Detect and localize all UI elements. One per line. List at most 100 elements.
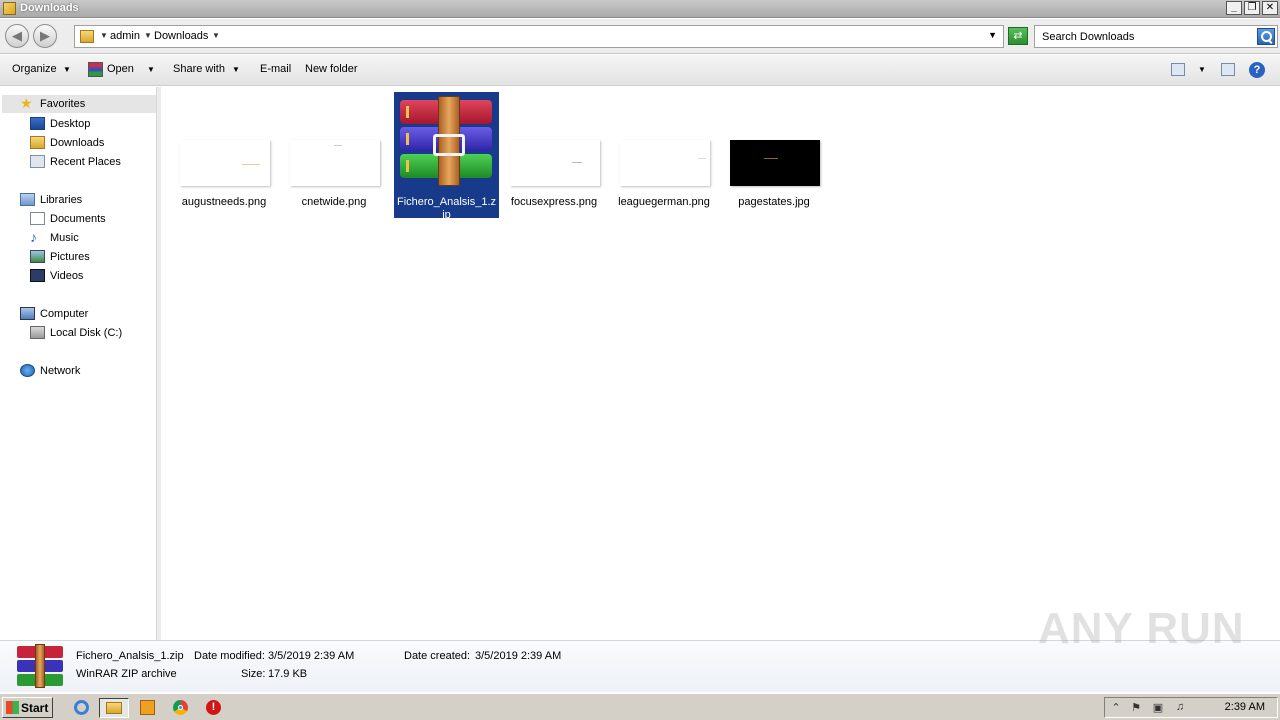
- hard-disk-icon: [30, 326, 45, 339]
- file-name: cnetwide.png: [301, 196, 367, 208]
- nav-label: Downloads: [50, 137, 105, 149]
- preview-pane-icon[interactable]: [1221, 63, 1235, 76]
- refresh-button[interactable]: ⇄: [1008, 27, 1028, 45]
- details-type: WinRAR ZIP archive: [76, 668, 177, 680]
- open-button[interactable]: Open: [107, 63, 134, 75]
- breadcrumb-downloads[interactable]: Downloads: [154, 30, 208, 42]
- nav-libraries[interactable]: Libraries: [20, 191, 150, 209]
- media-player-icon[interactable]: [137, 698, 159, 718]
- chrome-icon[interactable]: [170, 698, 192, 718]
- chevron-down-icon[interactable]: ▼: [1198, 65, 1206, 74]
- nav-favorites[interactable]: ★ Favorites: [2, 95, 156, 113]
- security-alert-icon[interactable]: !: [203, 698, 225, 718]
- file-item[interactable]: pagestates.jpg: [724, 92, 824, 218]
- nav-local-disk[interactable]: Local Disk (C:): [30, 324, 150, 342]
- system-tray: ⌃ ⚑ ▣ ♫ 2:39 AM: [1104, 697, 1278, 718]
- window-title: Downloads: [20, 2, 79, 14]
- nav-downloads[interactable]: Downloads: [30, 134, 150, 152]
- details-date-modified: 3/5/2019 2:39 AM: [268, 650, 355, 662]
- nav-videos[interactable]: Videos: [30, 267, 150, 285]
- downloads-folder-icon: [30, 136, 45, 149]
- explorer-taskbar-icon[interactable]: [99, 698, 129, 718]
- file-item-selected[interactable]: Fichero_Analsis_1.z ip: [394, 92, 499, 221]
- show-hidden-icons-icon[interactable]: ⌃: [1109, 701, 1123, 714]
- clock[interactable]: 2:39 AM: [1225, 701, 1265, 713]
- details-size-label: Size:: [241, 668, 266, 680]
- action-center-flag-icon[interactable]: ⚑: [1129, 701, 1143, 714]
- volume-icon[interactable]: ♫: [1173, 701, 1187, 714]
- videos-icon: [30, 269, 45, 282]
- email-button[interactable]: E-mail: [260, 63, 291, 75]
- search-input[interactable]: Search Downloads: [1034, 25, 1278, 48]
- forward-button[interactable]: ▶: [33, 24, 57, 48]
- nav-pictures[interactable]: Pictures: [30, 248, 150, 266]
- start-label: Start: [21, 701, 49, 715]
- nav-label: Recent Places: [50, 156, 121, 168]
- network-icon: [20, 364, 35, 377]
- nav-recent-places[interactable]: Recent Places: [30, 153, 150, 171]
- chevron-down-icon[interactable]: ▼: [63, 65, 71, 74]
- change-view-icon[interactable]: [1171, 63, 1185, 76]
- file-name: pagestates.jpg: [738, 196, 810, 208]
- address-dropdown-icon[interactable]: ▼: [988, 30, 997, 40]
- nav-label: Documents: [50, 213, 106, 225]
- nav-label: Pictures: [50, 251, 90, 263]
- address-row: ◀ ▶ ▼ admin ▼ Downloads ▼ ▼ ⇄ Search Dow…: [0, 19, 1280, 54]
- restore-button[interactable]: ❐: [1244, 1, 1260, 15]
- nav-label: Favorites: [40, 98, 86, 110]
- chevron-down-icon[interactable]: ▼: [212, 31, 220, 40]
- image-thumbnail: [180, 140, 270, 186]
- file-name: augustneeds.png: [181, 196, 267, 208]
- back-button[interactable]: ◀: [5, 24, 29, 48]
- nav-documents[interactable]: Documents: [30, 210, 150, 228]
- search-icon[interactable]: [1257, 28, 1275, 45]
- details-filename: Fichero_Analsis_1.zip: [76, 650, 184, 662]
- details-date-created: 3/5/2019 2:39 AM: [475, 650, 562, 662]
- pictures-icon: [30, 250, 45, 263]
- new-folder-button[interactable]: New folder: [305, 63, 358, 75]
- nav-label: Videos: [50, 270, 84, 282]
- network-tray-icon[interactable]: ▣: [1151, 701, 1165, 714]
- command-bar: Organize ▼ Open ▼ Share with ▼ E-mail Ne…: [0, 55, 1280, 86]
- minimize-button[interactable]: _: [1226, 1, 1242, 15]
- file-item[interactable]: focusexpress.png: [504, 92, 604, 218]
- organize-button[interactable]: Organize: [12, 63, 57, 75]
- share-with-button[interactable]: Share with: [173, 63, 225, 75]
- file-list: augustneeds.png cnetwide.png Fichero_Ana…: [161, 87, 1280, 640]
- start-button[interactable]: Start: [2, 697, 53, 718]
- address-bar[interactable]: ▼ admin ▼ Downloads ▼ ▼: [74, 25, 1004, 48]
- libraries-icon: [20, 193, 35, 206]
- chevron-down-icon[interactable]: ▼: [100, 31, 108, 40]
- nav-network[interactable]: Network: [20, 362, 150, 380]
- folder-icon: [80, 30, 94, 43]
- chevron-down-icon[interactable]: ▼: [144, 31, 152, 40]
- file-name-line2: ip: [442, 209, 451, 221]
- nav-music[interactable]: ♪ Music: [30, 229, 150, 247]
- desktop-icon: [30, 117, 45, 130]
- nav-computer[interactable]: Computer: [20, 305, 150, 323]
- star-icon: ★: [20, 95, 33, 111]
- chevron-down-icon[interactable]: ▼: [147, 65, 155, 74]
- recent-places-icon: [30, 155, 45, 168]
- breadcrumb-admin[interactable]: admin: [110, 30, 140, 42]
- details-date-created-label: Date created:: [404, 650, 471, 662]
- image-thumbnail: [730, 140, 820, 186]
- computer-icon: [20, 307, 35, 320]
- nav-desktop[interactable]: Desktop: [30, 115, 150, 133]
- file-item[interactable]: augustneeds.png: [174, 92, 274, 218]
- file-item[interactable]: cnetwide.png: [284, 92, 384, 218]
- chevron-down-icon[interactable]: ▼: [232, 65, 240, 74]
- internet-explorer-icon[interactable]: [70, 698, 92, 718]
- file-item[interactable]: leaguegerman.png: [614, 92, 714, 218]
- close-button[interactable]: ✕: [1262, 1, 1278, 15]
- file-name-line1: Fichero_Analsis_1.z: [396, 196, 497, 208]
- file-name: focusexpress.png: [510, 196, 598, 208]
- taskbar: Start ! ⌃ ⚑ ▣ ♫ 2:39 AM: [0, 693, 1280, 720]
- search-placeholder: Search Downloads: [1042, 31, 1135, 43]
- winrar-archive-icon: [400, 96, 492, 186]
- nav-label: Network: [40, 365, 81, 377]
- help-icon[interactable]: ?: [1249, 62, 1265, 78]
- navigation-pane: ★ Favorites Desktop Downloads Recent Pla…: [0, 87, 157, 640]
- nav-label: Music: [50, 232, 79, 244]
- documents-icon: [30, 212, 45, 225]
